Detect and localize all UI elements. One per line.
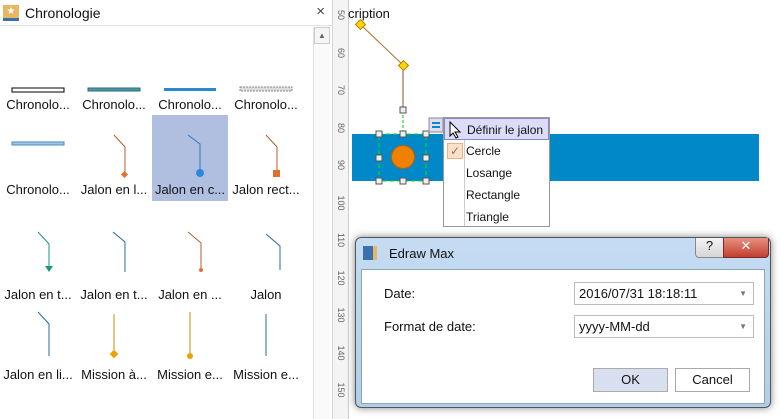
vertical-ruler: 50 60 70 80 90 100 110 120 130 140 150 (333, 0, 349, 419)
date-combo[interactable]: 2016/07/31 18:18:11 ▼ (574, 282, 754, 305)
timeline-black-icon (11, 87, 65, 93)
ruler-label: 80 (336, 122, 346, 133)
library-item[interactable]: Jalon en t... (76, 220, 152, 306)
library-item[interactable]: Chronolo... (228, 30, 304, 116)
milestone-diamond-icon (113, 134, 129, 179)
library-item[interactable]: Chronolo... (152, 30, 228, 116)
library-panel: ★ Chronologie × Chronolo... Chronolo... Ch… (0, 0, 333, 419)
mission-dot-icon (187, 312, 193, 359)
panel-title: Chronologie (25, 4, 101, 21)
library-item[interactable]: Jalon en l... (76, 115, 152, 201)
library-item-label: Chronolo... (82, 97, 146, 112)
mouse-cursor-icon (449, 121, 462, 139)
library-item-label: Jalon en l... (80, 182, 148, 197)
milestone-line2-icon (37, 311, 50, 356)
ruler-label: 90 (336, 159, 346, 170)
menu-item-label: Cercle (466, 144, 501, 158)
menu-item-losange[interactable]: Losange (444, 162, 549, 184)
library-item-label: Chronolo... (234, 97, 298, 112)
milestone-dot-icon (187, 231, 203, 272)
milestone-shape[interactable] (349, 0, 781, 240)
timeline-gray-icon (239, 86, 293, 92)
library-item[interactable]: Jalon rect... (228, 115, 304, 201)
timeline-dashed-icon (11, 141, 65, 146)
library-item-label: Chronolo... (158, 97, 222, 112)
chevron-down-icon[interactable]: ▼ (739, 283, 747, 304)
menu-header-label: Définir le jalon (467, 123, 544, 137)
close-panel-button[interactable]: × (316, 3, 325, 20)
checkmark-icon: ✓ (447, 143, 463, 159)
timeline-teal-icon (87, 87, 141, 92)
menu-item-rectangle[interactable]: Rectangle (444, 184, 549, 206)
scrollbar[interactable]: ▲ (313, 27, 330, 419)
menu-header-define-milestone[interactable]: Définir le jalon (444, 118, 549, 140)
milestone-circle[interactable] (391, 145, 415, 169)
format-value: yyyy-MM-dd (579, 319, 650, 334)
library-star-icon: ★ (3, 4, 19, 21)
menu-item-triangle[interactable]: Triangle (444, 206, 549, 228)
edraw-dialog: Edraw Max ? ✕ Date: 2016/07/31 18:18:11 ▼… (355, 237, 771, 408)
library-item[interactable]: Mission e... (152, 300, 228, 386)
edraw-logo-icon (363, 246, 377, 260)
library-item[interactable]: Jalon en c... (152, 115, 228, 201)
scroll-up-button[interactable]: ▲ (314, 27, 330, 44)
ruler-label: 150 (336, 382, 346, 398)
dialog-body: Date: 2016/07/31 18:18:11 ▼ Format de dat… (361, 269, 765, 404)
cancel-button[interactable]: Cancel (675, 368, 750, 392)
mission-line-icon (265, 314, 267, 356)
library-item[interactable]: Jalon en ... (152, 220, 228, 306)
milestone-triangle2-icon (112, 231, 126, 272)
ruler-label: 50 (336, 9, 346, 20)
ruler-label: 60 (336, 47, 346, 58)
library-item[interactable]: Chronolo... (0, 115, 76, 201)
dialog-close-button[interactable]: ✕ (723, 238, 769, 258)
library-item-label: Mission e... (233, 367, 299, 382)
library-item[interactable]: Mission e... (228, 300, 304, 386)
milestone-context-menu: Définir le jalon ✓ Cercle Losange Rectan… (443, 117, 550, 227)
timeline-blue-icon (164, 88, 216, 91)
ruler-label: 120 (336, 269, 346, 286)
action-button-icon (428, 117, 444, 133)
library-item[interactable]: Jalon (228, 220, 304, 306)
mission-diamond-icon (109, 314, 119, 359)
panel-header: ★ Chronologie × (0, 0, 333, 26)
library-item-label: Jalon en li... (3, 367, 73, 382)
ruler-label: 110 (336, 232, 346, 248)
date-format-combo[interactable]: yyyy-MM-dd ▼ (574, 315, 754, 338)
library-item-label: Chronolo... (6, 97, 70, 112)
menu-item-cercle[interactable]: ✓ Cercle (444, 140, 549, 162)
dialog-title: Edraw Max (389, 246, 455, 261)
library-item[interactable]: Jalon en li... (0, 300, 76, 386)
milestone-line-icon (265, 233, 281, 270)
library-item-label: Jalon rect... (232, 182, 300, 197)
library-item-label: Mission à... (81, 367, 147, 382)
library-item[interactable]: Mission à... (76, 300, 152, 386)
ruler-label: 70 (336, 84, 346, 95)
format-label: Format de date: (384, 319, 476, 334)
ok-button[interactable]: OK (593, 368, 668, 392)
date-value: 2016/07/31 18:18:11 (579, 286, 698, 301)
library-item-label: Jalon en c... (154, 182, 226, 197)
library-item[interactable]: Jalon en t... (0, 220, 76, 306)
ruler-label: 140 (336, 344, 346, 361)
milestone-triangle-icon (37, 231, 53, 272)
date-label: Date: (384, 286, 416, 301)
library-item[interactable]: Chronolo... (76, 30, 152, 116)
ruler-label: 100 (336, 194, 346, 211)
ruler-label: 130 (336, 307, 346, 323)
milestone-rect-icon (265, 134, 280, 177)
milestone-circle-icon (187, 134, 204, 177)
library-item-label: Mission e... (157, 367, 223, 382)
chevron-down-icon[interactable]: ▼ (739, 316, 747, 337)
help-button[interactable]: ? (695, 238, 724, 258)
library-item[interactable]: Chronolo... (0, 30, 76, 116)
library-item-label: Chronolo... (6, 182, 70, 197)
